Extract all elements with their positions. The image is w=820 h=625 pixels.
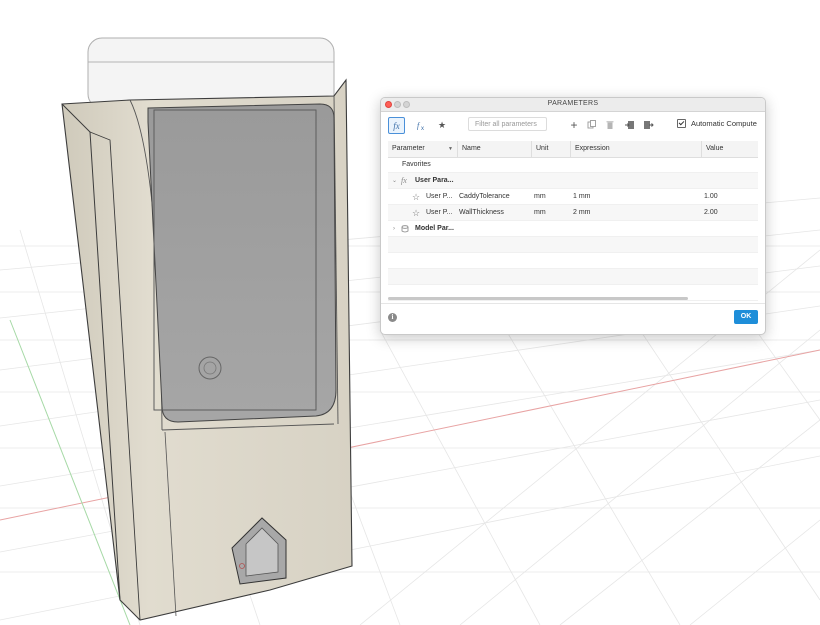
automatic-compute-checkbox[interactable]: Automatic Compute bbox=[677, 119, 757, 128]
fx-icon: fx bbox=[401, 176, 407, 185]
automatic-compute-label: Automatic Compute bbox=[691, 119, 757, 128]
parameters-dialog: PARAMETERS fx fx ★ Filter all parameters… bbox=[380, 97, 766, 335]
cell-unit[interactable]: mm bbox=[534, 205, 546, 221]
info-icon[interactable]: i bbox=[388, 313, 397, 322]
table-row[interactable]: ☆ User P... WallThickness mm 2 mm 2.00 bbox=[388, 205, 758, 221]
favorite-star-outline-icon[interactable]: ☆ bbox=[412, 189, 420, 205]
ok-button[interactable]: OK bbox=[734, 310, 758, 324]
delete-parameter-icon[interactable] bbox=[603, 117, 617, 133]
col-expression[interactable]: Expression bbox=[571, 141, 702, 157]
cell-name[interactable]: WallThickness bbox=[459, 205, 504, 221]
chevron-right-icon[interactable]: › bbox=[393, 221, 395, 237]
add-parameter-icon[interactable]: + bbox=[567, 117, 581, 133]
table-row[interactable]: ☆ User P... CaddyTolerance mm 1 mm 1.00 bbox=[388, 189, 758, 205]
cell-expression[interactable]: 1 mm bbox=[573, 189, 591, 205]
cell-parameter: User P... bbox=[426, 193, 453, 200]
checkbox-checked-icon[interactable] bbox=[677, 119, 686, 128]
cell-unit[interactable]: mm bbox=[534, 189, 546, 205]
phone-body bbox=[147, 103, 337, 423]
group-row-model-params[interactable]: › Model Par... bbox=[388, 221, 758, 237]
svg-text:x: x bbox=[421, 126, 424, 131]
col-value[interactable]: Value bbox=[702, 141, 758, 157]
filter-parameters-input[interactable]: Filter all parameters bbox=[468, 117, 547, 131]
empty-row bbox=[388, 253, 758, 269]
caddy-model[interactable] bbox=[61, 78, 353, 621]
favorites-star-icon[interactable]: ★ bbox=[435, 117, 449, 133]
parameters-table: Parameter ▼ Name Unit Expression Value F… bbox=[388, 141, 758, 301]
chevron-down-icon[interactable]: ⌄ bbox=[392, 173, 397, 189]
cell-name[interactable]: CaddyTolerance bbox=[459, 189, 510, 205]
cell-expression[interactable]: 2 mm bbox=[573, 205, 591, 221]
col-parameter[interactable]: Parameter ▼ bbox=[388, 141, 458, 157]
copy-parameter-icon[interactable] bbox=[585, 117, 599, 133]
col-unit[interactable]: Unit bbox=[532, 141, 571, 157]
horizontal-scrollbar[interactable] bbox=[388, 297, 688, 300]
footer-divider bbox=[381, 303, 765, 304]
dialog-title: PARAMETERS bbox=[547, 100, 599, 107]
favorite-star-outline-icon[interactable]: ☆ bbox=[412, 205, 420, 221]
empty-row bbox=[388, 269, 758, 285]
fx-filter-icon[interactable]: fx bbox=[388, 117, 405, 134]
dialog-toolbar: fx fx ★ Filter all parameters + Automati… bbox=[381, 112, 765, 138]
group-row-user-params[interactable]: ⌄ fx User Para... bbox=[388, 173, 758, 189]
group-label: Model Par... bbox=[415, 225, 454, 232]
col-name[interactable]: Name bbox=[458, 141, 532, 157]
group-label: User Para... bbox=[415, 177, 454, 184]
table-header: Parameter ▼ Name Unit Expression Value bbox=[388, 141, 758, 158]
export-parameters-icon[interactable] bbox=[641, 117, 655, 133]
fx-favorites-icon[interactable]: fx bbox=[415, 117, 429, 133]
cell-value: 2.00 bbox=[704, 209, 718, 216]
cell-value: 1.00 bbox=[704, 193, 718, 200]
cell-parameter: User P... bbox=[426, 209, 453, 216]
group-label: Favorites bbox=[402, 161, 431, 168]
dialog-titlebar[interactable]: PARAMETERS bbox=[381, 98, 765, 112]
empty-row bbox=[388, 237, 758, 253]
sort-down-icon: ▼ bbox=[448, 146, 453, 152]
import-parameters-icon[interactable] bbox=[623, 117, 637, 133]
group-row-favorites[interactable]: Favorites bbox=[388, 157, 758, 173]
